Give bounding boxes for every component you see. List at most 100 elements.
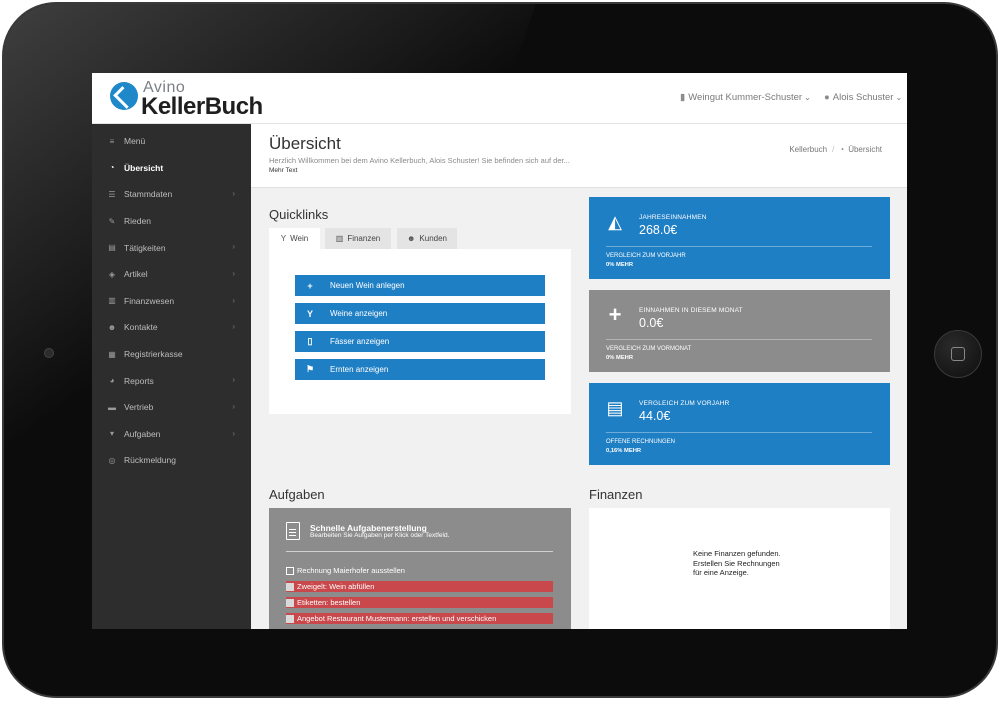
stat-card-monthly-income: + EINNAHMEN IN DIESEM MONAT 0.0€ VERGLEI…	[589, 290, 890, 372]
brand-big: KellerBuch	[141, 93, 263, 121]
truck-icon: ▬	[108, 402, 116, 412]
home-square-icon	[951, 347, 965, 361]
task-item[interactable]: Rechnung Maierhofer ausstellen	[286, 565, 553, 576]
stat-value: 0.0€	[639, 316, 664, 330]
tab-kunden[interactable]: ☻ Kunden	[397, 228, 457, 249]
tasks-panel: Schnelle Aufgabenerstellung Bearbeiten S…	[269, 508, 571, 629]
page-title: Übersicht	[269, 134, 341, 153]
chevron-down-icon: ⌄	[895, 93, 903, 102]
show-harvests-button[interactable]: ⚑ Ernten anzeigen	[295, 359, 545, 380]
sidebar-item-finanzwesen[interactable]: ▥ Finanzwesen ›	[92, 288, 251, 315]
show-wines-button[interactable]: Y Weine anzeigen	[295, 303, 545, 324]
archive-icon: ▤	[606, 398, 624, 418]
bars-icon: ≡	[109, 136, 115, 146]
sidebar-item-label: Finanzwesen	[124, 295, 175, 306]
sidebar-item-rieden[interactable]: ✎ Rieden	[92, 208, 251, 235]
stat-compare: VERGLEICH ZUM VORMONAT	[606, 346, 692, 352]
flag-icon: ⚑	[305, 364, 315, 374]
sidebar-item-registrierkasse[interactable]: ▦ Registrierkasse	[92, 341, 251, 368]
tab-label: Wein	[290, 234, 309, 243]
sidebar-item-overview[interactable]: ◔ Übersicht	[92, 155, 251, 182]
checkbox[interactable]	[286, 614, 294, 623]
sidebar-item-taetigkeiten[interactable]: ▤ Tätigkeiten ›	[92, 234, 251, 261]
chevron-right-icon: ›	[232, 375, 235, 385]
more-text-link[interactable]: Mehr Text	[269, 167, 297, 174]
sidebar-item-label: Menü	[124, 136, 146, 147]
breadcrumb-current: Übersicht	[848, 145, 882, 154]
breadcrumb: Kellerbuch / ◔ Übersicht	[789, 145, 882, 154]
tab-label: Finanzen	[347, 234, 381, 243]
register-icon: ▦	[108, 349, 116, 359]
page-header: Übersicht Herzlich Willkommen bei dem Av…	[251, 124, 907, 188]
chevron-right-icon: ›	[232, 242, 235, 252]
plus-icon: +	[307, 280, 313, 291]
tab-label: Kunden	[419, 234, 447, 243]
sidebar-item-label: Tätigkeiten	[124, 242, 166, 253]
brand-big-part1: Keller	[141, 93, 205, 120]
empty-line-2: Erstellen Sie Rechnungen	[693, 558, 780, 568]
area-chart-icon: ◭	[608, 212, 622, 232]
user-icon: ●	[824, 92, 830, 103]
divider	[286, 551, 553, 552]
breadcrumb-separator: /	[832, 145, 835, 154]
barrel-icon: ▯	[307, 336, 313, 346]
sidebar-item-vertrieb[interactable]: ▬ Vertrieb ›	[92, 394, 251, 421]
main-content: Übersicht Herzlich Willkommen bei dem Av…	[251, 124, 907, 629]
task-label: Angebot Restaurant Mustermann: erstellen…	[297, 614, 497, 623]
dashboard-icon: ◔	[839, 145, 845, 154]
stat-value: 44.0€	[639, 409, 671, 423]
task-item[interactable]: Zweigelt: Wein abfüllen	[286, 581, 553, 592]
tab-finanzen[interactable]: ▥ Finanzen	[325, 228, 391, 249]
basket-icon: ▾	[109, 429, 114, 439]
checkbox[interactable]	[286, 582, 294, 591]
sidebar-item-artikel[interactable]: ◈ Artikel ›	[92, 261, 251, 288]
checkbox[interactable]	[286, 566, 294, 575]
task-item[interactable]: Angebot Restaurant Mustermann: erstellen…	[286, 613, 553, 624]
task-item[interactable]: Etiketten: bestellen	[286, 597, 553, 608]
home-button[interactable]	[934, 330, 982, 378]
user-name: Alois Schuster	[832, 92, 894, 103]
sidebar-item-label: Rieden	[124, 216, 151, 227]
user-dropdown[interactable]: ● Alois Schuster ⌄	[824, 92, 902, 103]
show-barrels-button[interactable]: ▯ Fässer anzeigen	[295, 331, 545, 352]
plus-icon: +	[608, 302, 622, 327]
brand-logo[interactable]: Avino KellerBuch	[110, 79, 270, 121]
sidebar-item-label: Stammdaten	[124, 189, 173, 200]
stat-percent: 0% MEHR	[606, 355, 634, 361]
sidebar-item-aufgaben[interactable]: ▾ Aufgaben ›	[92, 421, 251, 448]
tasks-panel-subtitle: Bearbeiten Sie Aufgaben per Klick oder T…	[310, 532, 450, 539]
pie-icon: ◕	[109, 376, 115, 386]
cube-icon: ◈	[108, 269, 116, 279]
brand-big-part2: Buch	[204, 93, 264, 120]
stat-card-open-invoices: ▤ VERGLEICH ZUM VORJAHR 44.0€ OFFENE REC…	[589, 383, 890, 465]
chevron-right-icon: ›	[232, 268, 235, 278]
quicklinks-title: Quicklinks	[269, 207, 329, 222]
top-navbar: Avino KellerBuch ▮ Weingut Kummer-Schuste…	[92, 73, 907, 124]
building-icon: ▮	[680, 92, 686, 103]
sidebar-item-label: Vertrieb	[124, 402, 154, 413]
button-label: Fässer anzeigen	[330, 337, 390, 346]
new-wine-button[interactable]: + Neuen Wein anlegen	[295, 275, 545, 296]
sidebar-item-rueckmeldung[interactable]: ◎ Rückmeldung	[92, 447, 251, 474]
divider	[606, 339, 872, 340]
sidebar-item-label: Übersicht	[124, 162, 164, 173]
task-label: Zweigelt: Wein abfüllen	[297, 582, 375, 591]
stat-percent: 0% MEHR	[606, 262, 634, 268]
sidebar-item-label: Kontakte	[124, 322, 158, 333]
task-label: Rechnung Maierhofer ausstellen	[297, 566, 405, 575]
chevron-down-icon: ⌄	[804, 93, 811, 102]
sidebar-item-menu[interactable]: ≡ Menü	[92, 128, 251, 155]
stat-value: 268.0€	[639, 223, 678, 237]
sidebar-item-reports[interactable]: ◕ Reports ›	[92, 367, 251, 394]
sidebar-item-stammdaten[interactable]: ☰ Stammdaten ›	[92, 181, 251, 208]
tab-wein[interactable]: Y Wein	[269, 228, 320, 249]
divider	[606, 246, 872, 247]
breadcrumb-home[interactable]: Kellerbuch	[789, 145, 827, 154]
glass-icon: Y	[306, 308, 313, 319]
checkbox[interactable]	[286, 598, 294, 607]
company-dropdown[interactable]: ▮ Weingut Kummer-Schuster ⌄	[680, 92, 811, 103]
chevron-right-icon: ›	[232, 428, 235, 438]
sidebar-item-kontakte[interactable]: ☻ Kontakte ›	[92, 314, 251, 341]
document-icon	[286, 522, 300, 540]
finances-panel: Keine Finanzen gefunden. Erstellen Sie R…	[589, 508, 890, 629]
